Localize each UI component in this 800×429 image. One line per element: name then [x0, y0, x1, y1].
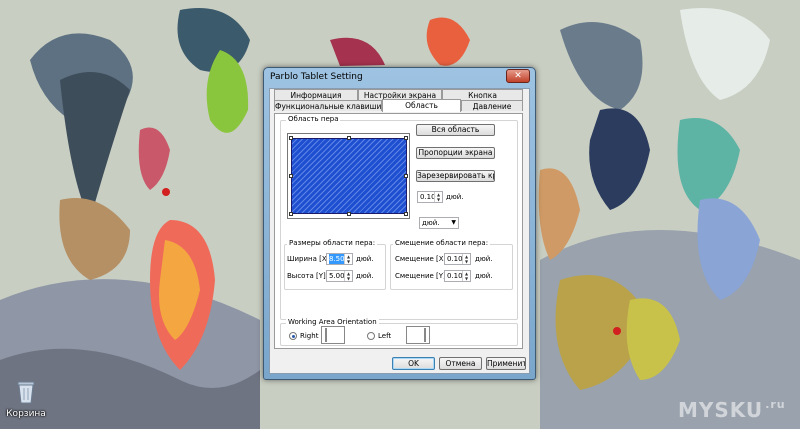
resize-handle-br[interactable]	[404, 212, 408, 216]
orientation-legend: Working Area Orientation	[286, 318, 379, 326]
size-group: Размеры области пера: Ширина [X]: 8.50 ▲…	[284, 239, 386, 290]
area-tab-panel: Область пера Вся область Пропорции экран…	[274, 113, 523, 349]
arrow-down-icon[interactable]: ▼	[463, 276, 470, 281]
offset-y-value: 0.10	[447, 272, 463, 280]
pen-area-preview	[287, 133, 410, 219]
orientation-right-label[interactable]: Right	[300, 332, 318, 340]
screen-proportion-button[interactable]: Пропорции экрана	[416, 147, 495, 159]
height-unit: дюй.	[356, 272, 374, 280]
resize-handle-bl[interactable]	[289, 212, 293, 216]
resize-handle-tr[interactable]	[404, 136, 408, 140]
offset-y-label: Смещение [Y]:	[395, 272, 449, 280]
tablet-settings-window: Parblo Tablet Setting ✕ Информация Настр…	[263, 67, 536, 380]
full-area-button[interactable]: Вся область	[416, 124, 495, 136]
recycle-bin[interactable]: Корзина	[4, 380, 48, 419]
margin-stepper-arrows[interactable]: ▲ ▼	[434, 192, 442, 202]
reserve-edges-button[interactable]: Зарезервировать края	[416, 170, 495, 182]
resize-handle-b[interactable]	[347, 212, 351, 216]
width-stepper-arrows[interactable]: ▲ ▼	[344, 254, 352, 264]
dialog-client-area: Информация Настройки экрана Кнопка Функц…	[269, 88, 530, 374]
tab-info[interactable]: Информация	[274, 89, 358, 100]
window-title: Parblo Tablet Setting	[270, 72, 363, 82]
close-icon: ✕	[514, 71, 522, 81]
pen-area-group: Область пера Вся область Пропорции экран…	[280, 115, 518, 320]
offset-x-label: Смещение [X]:	[395, 255, 449, 263]
arrow-down-icon[interactable]: ▼	[345, 276, 352, 281]
orientation-right-radio[interactable]	[289, 332, 297, 340]
watermark: MYSKU .ru	[678, 398, 786, 422]
offset-y-stepper-arrows[interactable]: ▲ ▼	[462, 271, 470, 281]
offset-x-unit: дюй.	[475, 255, 493, 263]
height-stepper-arrows[interactable]: ▲ ▼	[344, 271, 352, 281]
height-label: Высота [Y]:	[287, 272, 329, 280]
height-stepper[interactable]: 5.00 ▲ ▼	[326, 270, 353, 282]
arrow-down-icon[interactable]: ▼	[463, 259, 470, 264]
orientation-left-preview	[406, 326, 430, 344]
tab-function-keys[interactable]: Функциональные клавиши	[274, 100, 382, 111]
height-value: 5.00	[329, 272, 345, 280]
pen-area-rect[interactable]	[291, 138, 407, 214]
ok-button[interactable]: OK	[392, 357, 435, 370]
offset-x-value: 0.10	[447, 255, 463, 263]
unit-select[interactable]: дюй. ▼	[419, 217, 459, 229]
offset-x-stepper[interactable]: 0.10 ▲ ▼	[444, 253, 471, 265]
size-legend: Размеры области пера:	[287, 239, 378, 247]
tab-pressure[interactable]: Давление	[461, 100, 523, 111]
arrow-down-icon[interactable]: ▼	[435, 197, 442, 202]
offset-y-unit: дюй.	[475, 272, 493, 280]
margin-stepper[interactable]: 0.10 ▲ ▼	[417, 191, 443, 203]
orientation-group: Working Area Orientation Right Left	[280, 318, 518, 346]
width-stepper[interactable]: 8.50 ▲ ▼	[326, 253, 353, 265]
offset-y-stepper[interactable]: 0.10 ▲ ▼	[444, 270, 471, 282]
cancel-button[interactable]: Отмена	[439, 357, 482, 370]
unit-select-value: дюй.	[422, 219, 440, 227]
apply-button[interactable]: Применить	[486, 357, 526, 370]
resize-handle-r[interactable]	[404, 174, 408, 178]
pen-area-legend: Область пера	[286, 115, 341, 123]
watermark-text: MYSKU	[678, 398, 764, 422]
recycle-bin-label: Корзина	[6, 409, 46, 419]
offset-x-stepper-arrows[interactable]: ▲ ▼	[462, 254, 470, 264]
close-button[interactable]: ✕	[506, 69, 530, 83]
chevron-down-icon: ▼	[451, 219, 456, 226]
resize-handle-l[interactable]	[289, 174, 293, 178]
arrow-down-icon[interactable]: ▼	[345, 259, 352, 264]
resize-handle-t[interactable]	[347, 136, 351, 140]
width-unit: дюй.	[356, 255, 374, 263]
tab-area[interactable]: Область	[382, 99, 461, 112]
watermark-suffix: .ru	[765, 398, 786, 411]
orientation-left-radio[interactable]	[367, 332, 375, 340]
title-bar[interactable]: Parblo Tablet Setting ✕	[264, 68, 535, 88]
offset-legend: Смещение области пера:	[393, 239, 491, 247]
orientation-right-preview	[321, 326, 345, 344]
margin-unit: дюй.	[446, 193, 464, 201]
recycle-bin-icon	[17, 381, 35, 404]
orientation-left-label[interactable]: Left	[378, 332, 391, 340]
resize-handle-tl[interactable]	[289, 136, 293, 140]
offset-group: Смещение области пера: Смещение [X]: 0.1…	[390, 239, 513, 290]
width-value: 8.50	[329, 254, 345, 264]
